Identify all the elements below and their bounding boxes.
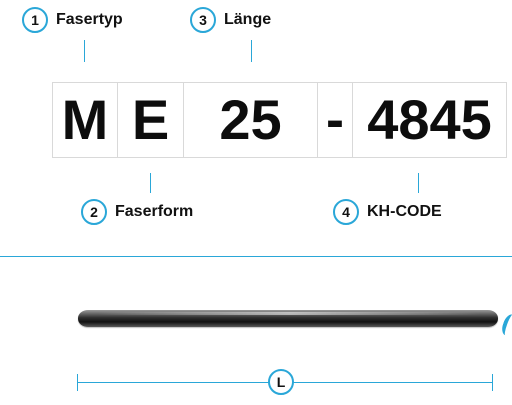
callout-number-2: 2	[81, 199, 107, 225]
code-fasertyp: M	[52, 82, 118, 158]
code-laenge: 25	[183, 82, 318, 158]
code-faserform: E	[117, 82, 184, 158]
connector-khcode	[418, 173, 419, 193]
callout-faserform: 2 Faserform	[81, 199, 193, 225]
accent-arc-icon	[499, 312, 512, 338]
connector-fasertyp	[84, 40, 85, 62]
callout-label-faserform: Faserform	[115, 203, 194, 220]
callout-laenge: 3 Länge	[190, 7, 271, 33]
callout-label-khcode: KH-CODE	[367, 203, 442, 220]
length-dimension-start-tick	[77, 374, 78, 391]
code-kh: 4845	[352, 82, 507, 158]
callout-khcode: 4 KH-CODE	[333, 199, 442, 225]
length-label-badge: L	[268, 369, 294, 395]
callout-number-1: 1	[22, 7, 48, 33]
fiber-illustration	[78, 310, 498, 327]
callout-fasertyp: 1 Fasertyp	[22, 7, 123, 33]
connector-faserform	[150, 173, 151, 193]
callout-number-4: 4	[333, 199, 359, 225]
callout-label-fasertyp: Fasertyp	[56, 11, 123, 28]
section-divider	[0, 256, 512, 257]
connector-laenge	[251, 40, 252, 62]
length-dimension-end-tick	[492, 374, 493, 391]
callout-label-laenge: Länge	[224, 11, 272, 28]
callout-number-3: 3	[190, 7, 216, 33]
code-dash: -	[317, 82, 353, 158]
